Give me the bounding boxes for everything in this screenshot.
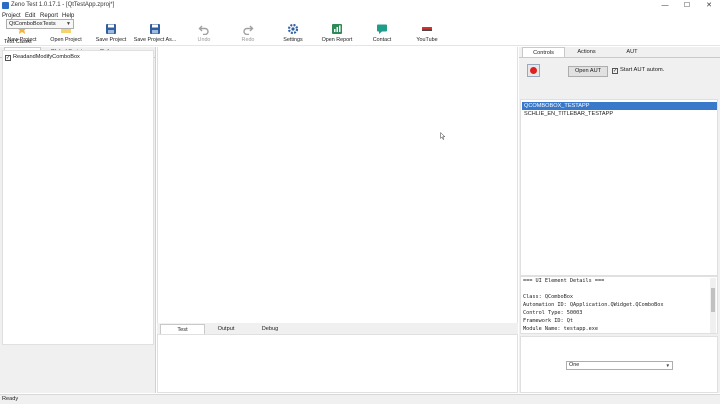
checkbox-checked-icon: ✓ [612,68,618,74]
toolbar: New Project Open Project Save Project Sa… [0,21,720,46]
window-title: Zeno Test 1.0.17.1 - [QtTestApp.zproj*] [11,2,115,8]
record-button[interactable] [527,64,540,77]
save-as-icon [150,24,160,34]
details-control-type: Control Type: 50003 [523,310,583,316]
list-item[interactable]: SCHLIE_EN_TITLEBAR_TESTAPP [522,110,717,118]
details-module-name: Module Name: testapp.exe [523,326,598,332]
preview-combobox[interactable]: One ▼ [566,361,673,370]
close-button[interactable]: ✕ [698,0,720,12]
ui-element-list: QCOMBOBOX_TESTAPP SCHLIE_EN_TITLEBAR_TES… [520,99,718,276]
status-bar: Ready [0,394,720,404]
bottom-tab-bar: Test Output Debug [157,323,518,334]
settings-button[interactable]: Settings [279,22,307,45]
chevron-down-icon: ▼ [66,21,71,27]
suite-dropdown[interactable]: QtComboBoxTests ▼ [6,19,74,29]
redo-icon [243,25,254,35]
test-output-area[interactable] [157,334,518,393]
details-framework-id: Framework ID: Qt [523,318,573,324]
save-project-button[interactable]: Save Project [91,22,131,45]
details-automation-id: Automation ID: QApplication.QWidget.QCom… [523,302,664,308]
ui-element-details: === UI Element Details === Class: QCombo… [520,276,718,334]
tab-output[interactable]: Output [207,324,245,334]
start-aut-checkbox[interactable]: ✓ Start AUT autom. [612,67,664,74]
youtube-icon [422,27,432,31]
minimize-button[interactable]: — [654,0,676,12]
tab-debug[interactable]: Debug [251,324,289,334]
redo-button[interactable]: Redo [234,22,262,45]
tab-aut[interactable]: AUT [608,47,656,57]
open-aut-button[interactable]: Open AUT [568,66,608,77]
title-bar: Zeno Test 1.0.17.1 - [QtTestApp.zproj*] … [0,0,720,12]
app-icon [2,2,9,9]
undo-icon [198,25,209,35]
report-icon [332,24,342,34]
test-cases-label: Test Cases [4,39,32,45]
test-case-list: ✓ ReadandModifyComboBox [2,50,154,345]
details-scrollbar[interactable] [710,278,716,333]
test-case-label: ReadandModifyComboBox [13,54,80,60]
mouse-cursor-icon [440,132,446,140]
tab-controls[interactable]: Controls [522,47,565,57]
gear-icon [287,23,299,35]
tab-actions[interactable]: Actions [568,47,605,57]
save-project-as-button[interactable]: Save Project As... [133,22,177,45]
status-text: Ready [2,396,19,402]
details-class: Class: QComboBox [523,294,573,300]
editor-area[interactable] [157,47,518,323]
open-report-button[interactable]: Open Report [318,22,356,45]
tab-divider [519,57,720,58]
maximize-button[interactable]: ☐ [676,0,698,12]
details-header: === UI Element Details === [523,278,605,284]
start-aut-label: Start AUT autom. [620,67,665,73]
record-icon [530,67,537,74]
list-item[interactable]: QCOMBOBOX_TESTAPP [522,102,717,110]
save-icon [106,24,116,34]
menu-bar: Project Edit Report Help [0,12,720,21]
chevron-down-icon: ▼ [665,363,670,368]
list-item[interactable]: ✓ ReadandModifyComboBox [5,54,80,61]
test-case-checkbox[interactable]: ✓ [5,55,11,61]
youtube-button[interactable]: YouTube [411,22,443,45]
undo-button[interactable]: Undo [190,22,218,45]
chat-icon [377,24,387,34]
scrollbar-thumb[interactable] [711,288,715,312]
contact-button[interactable]: Contact [367,22,397,45]
tab-test[interactable]: Test [160,324,205,334]
